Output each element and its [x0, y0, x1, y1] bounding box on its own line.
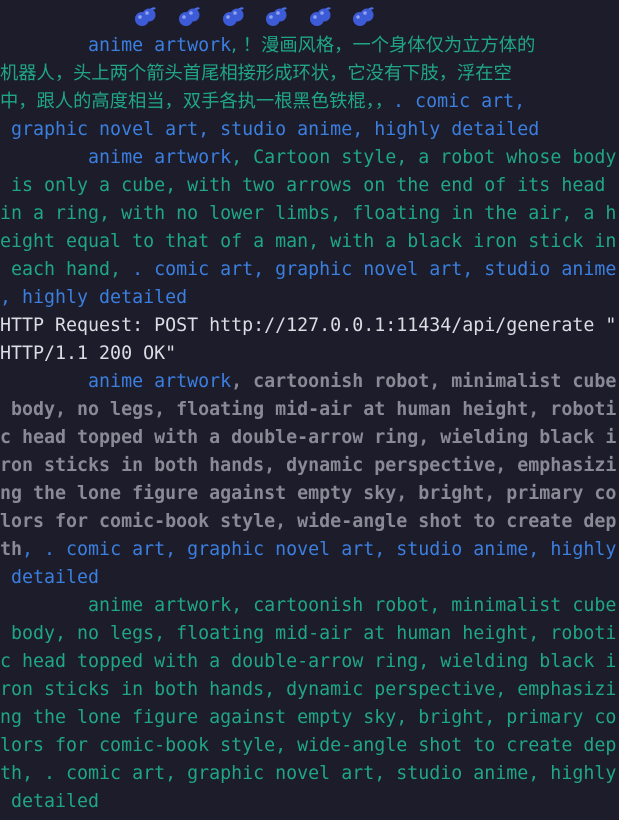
terminal-line: anime artwork, Cartoon style, a robot wh… — [0, 144, 616, 172]
terminal-line: eight equal to that of a man, with a bla… — [0, 228, 616, 256]
line-segment: eight equal to that of a man, with a bla… — [0, 231, 617, 252]
line-segment: anime artwork — [0, 35, 232, 56]
terminal-line: th, . comic art, graphic novel art, stud… — [0, 760, 616, 788]
terminal-line: detailed — [0, 564, 99, 592]
line-segment: , . comic art, graphic novel art, studio… — [22, 539, 617, 560]
terminal-line: 中，跟人的高度相当，双手各执一根黑色铁棍，，. comic art, — [0, 88, 525, 116]
terminal-line: ron sticks in both hands, dynamic perspe… — [0, 452, 616, 480]
terminal-line: each hand, . comic art, graphic novel ar… — [0, 256, 616, 284]
terminal-line: c head topped with a double-arrow ring, … — [0, 648, 616, 676]
terminal-line: is only a cube, with two arrows on the e… — [0, 172, 605, 200]
terminal-line: body, no legs, floating mid-air at human… — [0, 620, 616, 648]
blueberry-icon — [133, 5, 159, 29]
line-segment: , cartoonish robot, minimalist cube — [231, 371, 617, 392]
terminal-line: ron sticks in both hands, dynamic perspe… — [0, 676, 616, 704]
terminal-line: detailed — [0, 788, 99, 816]
line-segment: , highly detailed — [0, 287, 188, 308]
line-segment: ron sticks in both hands, dynamic perspe… — [0, 679, 617, 700]
line-segment: graphic novel art, studio anime, highly … — [0, 119, 540, 140]
line-segment: c head topped with a double-arrow ring, … — [0, 427, 617, 448]
line-segment: anime artwork, cartoonish robot, minimal… — [0, 595, 617, 616]
line-segment: th, . comic art, graphic novel art, stud… — [0, 763, 617, 784]
line-segment: anime artwork — [0, 147, 232, 168]
line-segment: HTTP Request: POST http://127.0.0.1:1143… — [0, 315, 617, 336]
terminal-line: th, . comic art, graphic novel art, stud… — [0, 536, 616, 564]
terminal-line: 机器人，头上两个箭头首尾相接形成环状，它没有下肢，浮在空 — [0, 60, 512, 88]
terminal-line: anime artwork, cartoonish robot, minimal… — [0, 368, 616, 396]
line-segment: body, no legs, floating mid-air at human… — [0, 399, 617, 420]
terminal-line: graphic novel art, studio anime, highly … — [0, 116, 539, 144]
line-segment: body, no legs, floating mid-air at human… — [0, 623, 617, 644]
line-segment: . comic art, — [393, 91, 526, 112]
line-segment: is only a cube, with two arrows on the e… — [0, 175, 606, 196]
line-segment: th — [0, 539, 23, 560]
blueberry-icon — [177, 5, 203, 29]
terminal-line: , highly detailed — [0, 284, 187, 312]
terminal-line: in a ring, with no lower limbs, floating… — [0, 200, 616, 228]
line-segment: HTTP/1.1 200 OK" — [0, 343, 177, 364]
line-segment: lors for comic-book style, wide-angle sh… — [0, 735, 617, 756]
line-segment: 中，跟人的高度相当，双手各执一根黑色铁棍，， — [0, 91, 394, 112]
line-segment: . comic art, graphic novel art, studio a… — [132, 259, 617, 280]
blueberry-icon — [221, 5, 247, 29]
line-segment: , Cartoon style, a robot whose body — [231, 147, 617, 168]
blueberry-icon — [308, 5, 334, 29]
line-segment: 机器人，头上两个箭头首尾相接形成环状，它没有下肢，浮在空 — [0, 63, 512, 84]
terminal-line: HTTP/1.1 200 OK" — [0, 340, 176, 368]
terminal-line: lors for comic-book style, wide-angle sh… — [0, 508, 616, 536]
terminal-line: c head topped with a double-arrow ring, … — [0, 424, 616, 452]
line-segment: detailed — [0, 791, 100, 812]
icon-row — [0, 5, 619, 31]
terminal-line: ng the lone figure against empty sky, br… — [0, 480, 616, 508]
terminal-line: anime artwork, cartoonish robot, minimal… — [0, 592, 616, 620]
terminal-line: anime artwork, ！漫画风格，一个身体仅为立方体的 — [0, 32, 535, 60]
line-segment: anime artwork — [0, 371, 232, 392]
line-segment: in a ring, with no lower limbs, floating… — [0, 203, 617, 224]
line-segment: each hand, — [0, 259, 133, 280]
line-segment: lors for comic-book style, wide-angle sh… — [0, 511, 617, 532]
blueberry-icon — [264, 5, 290, 29]
line-segment: detailed — [0, 567, 100, 588]
terminal-line: HTTP Request: POST http://127.0.0.1:1143… — [0, 312, 616, 340]
line-segment: , ！漫画风格，一个身体仅为立方体的 — [231, 35, 536, 56]
line-segment: ng the lone figure against empty sky, br… — [0, 707, 617, 728]
terminal-line: body, no legs, floating mid-air at human… — [0, 396, 616, 424]
terminal-line: lors for comic-book style, wide-angle sh… — [0, 732, 616, 760]
line-segment: ng the lone figure against empty sky, br… — [0, 483, 617, 504]
line-segment: c head topped with a double-arrow ring, … — [0, 651, 617, 672]
terminal-output: anime artwork, ！漫画风格，一个身体仅为立方体的 机器人，头上两个箭… — [0, 0, 619, 820]
line-segment: ron sticks in both hands, dynamic perspe… — [0, 455, 617, 476]
terminal-line: ng the lone figure against empty sky, br… — [0, 704, 616, 732]
blueberry-icon — [351, 5, 377, 29]
